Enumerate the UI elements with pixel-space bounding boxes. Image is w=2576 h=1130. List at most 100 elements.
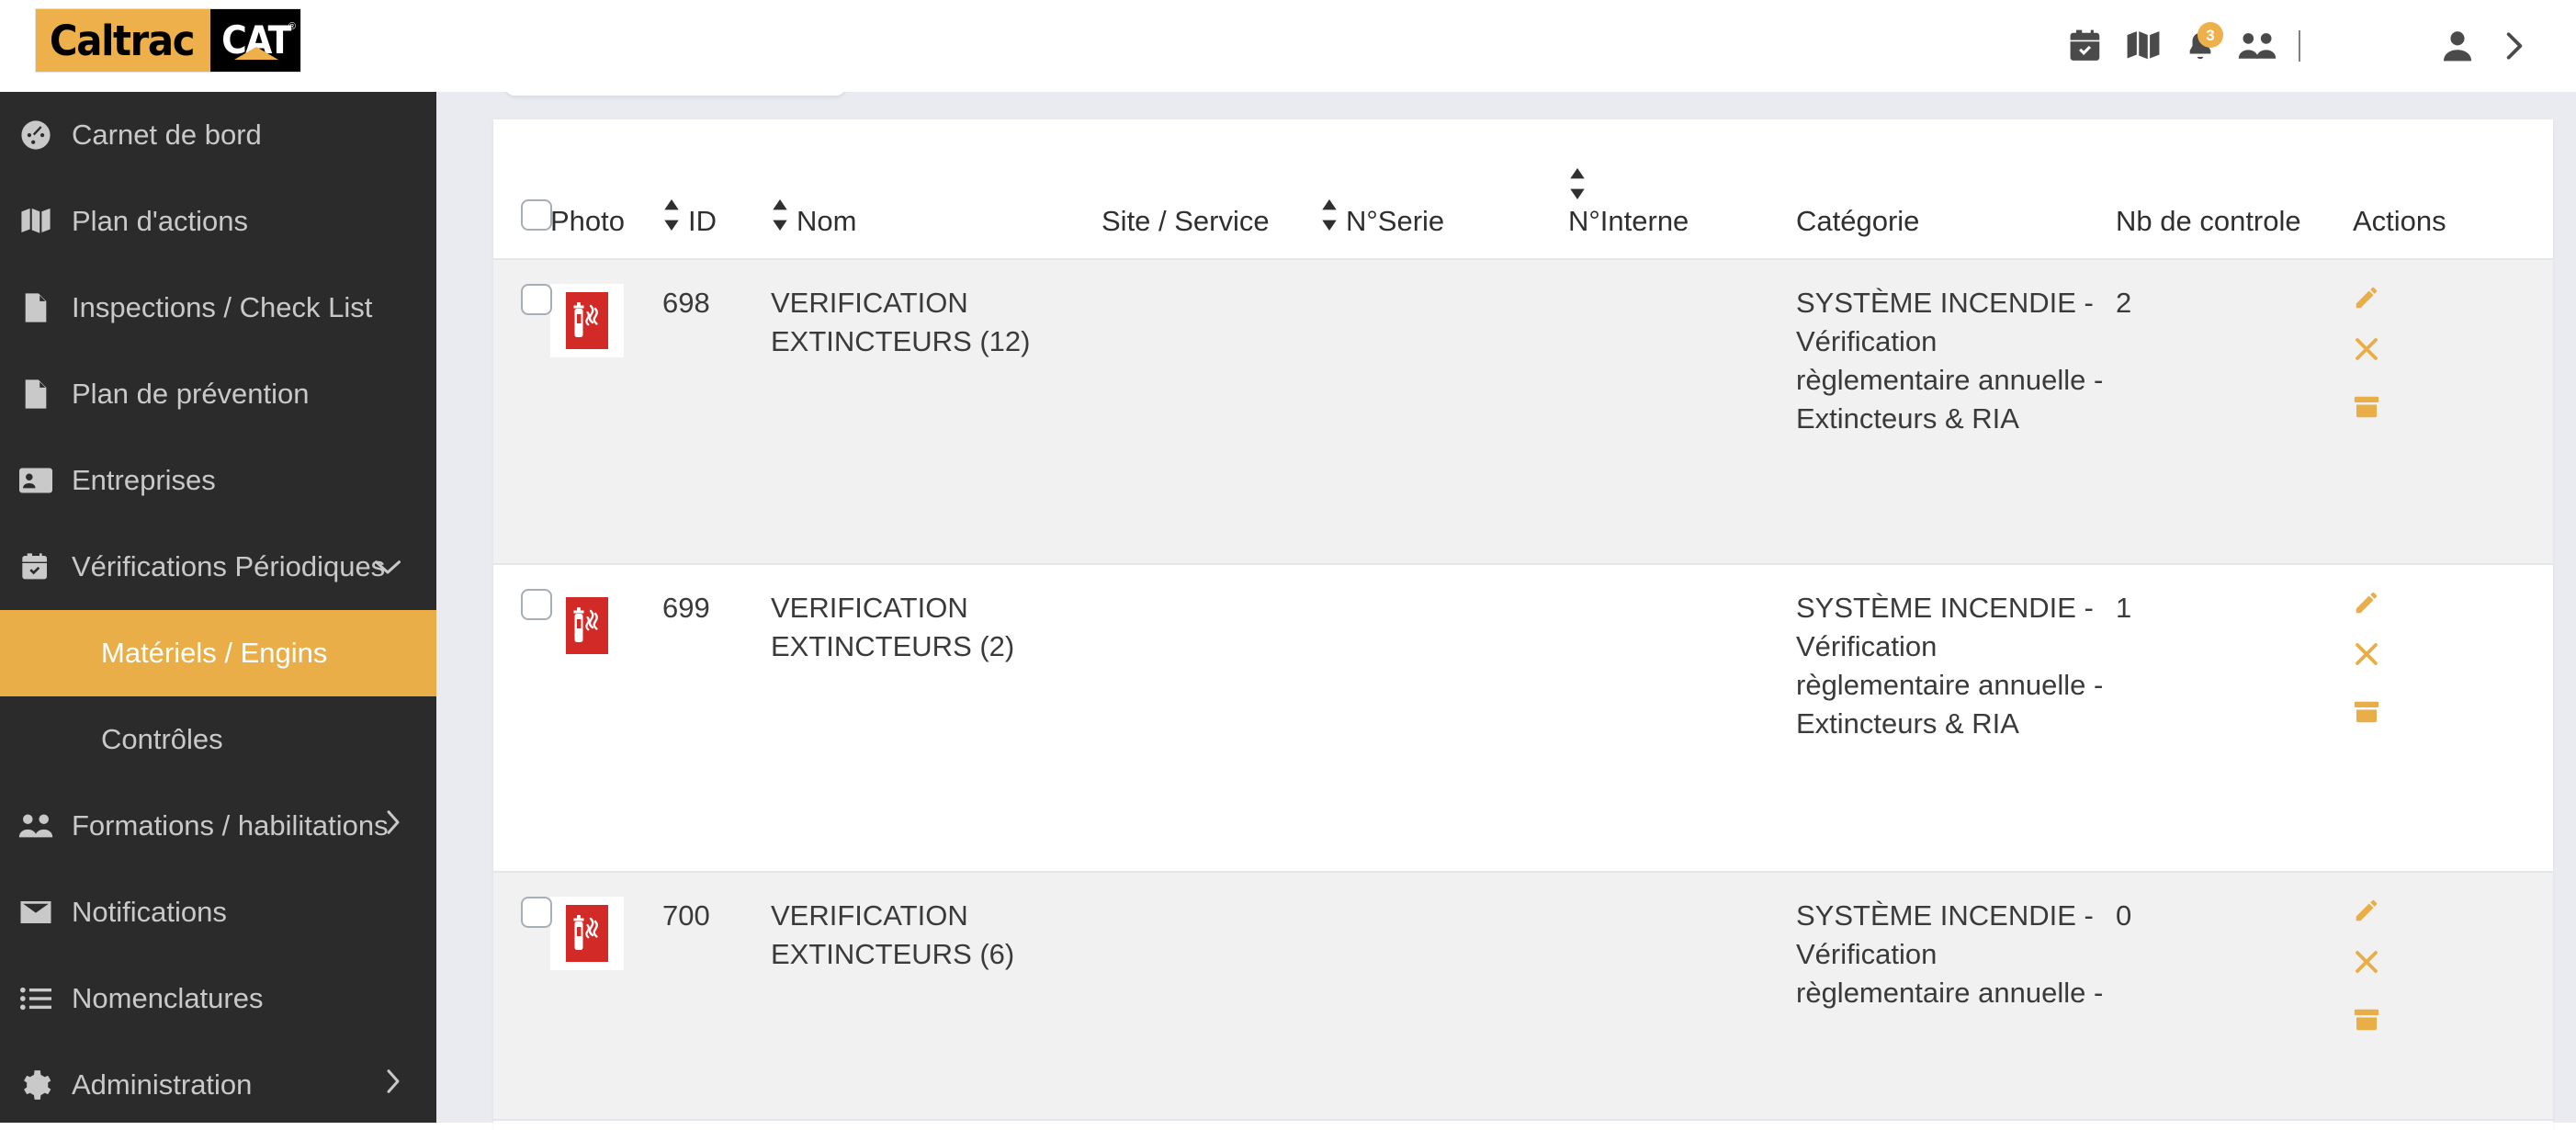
- table-row[interactable]: 698 VERIFICATION EXTINCTEURS (12) SYSTÈM…: [493, 259, 2553, 564]
- sidebar-item-materiels-engins[interactable]: Matériels / Engins: [0, 610, 436, 696]
- th-categorie-label: Catégorie: [1796, 205, 1919, 238]
- sidebar-item-plan-d-actions[interactable]: Plan d'actions: [0, 178, 436, 265]
- sort-icon[interactable]: [1568, 168, 1588, 199]
- materiels-table: Photo ID Nom: [493, 119, 2553, 1121]
- row-categorie-cell: SYSTÈME INCENDIE - Vérification règlemen…: [1796, 564, 2116, 872]
- user-avatar-icon[interactable]: [2429, 17, 2486, 74]
- bell-icon[interactable]: 3: [2172, 17, 2229, 74]
- row-select-cell[interactable]: [493, 259, 550, 564]
- row-n-interne-cell: [1568, 564, 1796, 872]
- sidebar-item-controles[interactable]: Contrôles: [0, 696, 436, 783]
- th-select-all[interactable]: [493, 119, 550, 259]
- chevron-down-icon[interactable]: [374, 550, 401, 583]
- row-n-serie-cell: [1320, 872, 1568, 1120]
- document-signature-icon: [0, 379, 72, 410]
- map-icon: [0, 206, 72, 237]
- sidebar-subitem-label: Contrôles: [101, 723, 223, 756]
- sidebar-item-plan-de-prevention[interactable]: Plan de prévention: [0, 351, 436, 437]
- edit-pencil-icon[interactable]: [2353, 897, 2553, 924]
- th-id[interactable]: ID: [662, 119, 771, 259]
- sort-icon[interactable]: [662, 199, 683, 231]
- row-checkbox[interactable]: [521, 284, 552, 315]
- row-nb-controle-cell: 2: [2116, 259, 2353, 564]
- row-photo-cell: [550, 564, 662, 872]
- chevron-right-icon[interactable]: [2486, 17, 2543, 74]
- chevron-right-icon[interactable]: [385, 1068, 401, 1102]
- edit-pencil-icon[interactable]: [2353, 284, 2553, 311]
- close-x-icon[interactable]: [2353, 335, 2553, 366]
- sidebar-item-label: Notifications: [72, 896, 227, 929]
- row-select-cell[interactable]: [493, 872, 550, 1120]
- fire-extinguisher-sign-icon: [550, 897, 624, 970]
- sidebar-item-administration[interactable]: Administration: [0, 1042, 436, 1123]
- th-n-serie[interactable]: N°Serie: [1320, 119, 1568, 259]
- sort-icon[interactable]: [771, 199, 791, 231]
- users-icon: [0, 811, 72, 841]
- row-categorie-cell: SYSTÈME INCENDIE - Vérification règlemen…: [1796, 259, 2116, 564]
- sidebar-item-formations-habilitations[interactable]: Formations / habilitations: [0, 783, 436, 869]
- sidebar-item-entreprises[interactable]: Entreprises: [0, 437, 436, 524]
- calendar-check-icon[interactable]: [2058, 17, 2115, 74]
- row-site-service-cell: [1102, 259, 1320, 564]
- sidebar-item-label: Plan d'actions: [72, 205, 248, 238]
- row-n-interne-cell: [1568, 259, 1796, 564]
- row-n-interne-cell: [1568, 872, 1796, 1120]
- chevron-right-icon[interactable]: [385, 808, 401, 843]
- archive-icon[interactable]: [2353, 393, 2553, 421]
- logo-registered-mark: ®: [288, 21, 296, 32]
- close-x-icon[interactable]: [2353, 948, 2553, 978]
- th-nom[interactable]: Nom: [771, 119, 1102, 259]
- sidebar-item-notifications[interactable]: Notifications: [0, 869, 436, 955]
- fire-extinguisher-sign-icon: [550, 284, 624, 357]
- map-icon[interactable]: [2115, 17, 2172, 74]
- th-n-interne[interactable]: N°Interne: [1568, 119, 1796, 259]
- th-site-service-label: Site / Service: [1102, 205, 1270, 238]
- sidebar-item-label: Formations / habilitations: [72, 809, 389, 842]
- document-icon: [0, 292, 72, 323]
- sidebar-item-inspections-check-list[interactable]: Inspections / Check List: [0, 265, 436, 351]
- list-icon: [0, 986, 72, 1011]
- table-row[interactable]: 700 VERIFICATION EXTINCTEURS (6) SYSTÈME…: [493, 872, 2553, 1120]
- row-nb-controle-cell: 1: [2116, 564, 2353, 872]
- sort-icon[interactable]: [1320, 199, 1340, 231]
- select-all-checkbox[interactable]: [521, 199, 552, 231]
- calendar-check-icon: [0, 551, 72, 582]
- th-categorie: Catégorie: [1796, 119, 2116, 259]
- row-checkbox[interactable]: [521, 897, 552, 928]
- sidebar-item-label: Inspections / Check List: [72, 291, 372, 324]
- archive-icon[interactable]: [2353, 698, 2553, 726]
- row-checkbox[interactable]: [521, 589, 552, 620]
- sidebar-item-carnet-de-bord[interactable]: Carnet de bord: [0, 92, 436, 178]
- logo-cat-mark: CAT ®: [210, 9, 300, 72]
- toolbar-divider: [2299, 30, 2300, 62]
- sidebar-item-label: Vérifications Périodiques: [72, 550, 385, 583]
- table-header: Photo ID Nom: [493, 119, 2553, 259]
- row-id-cell: 698: [662, 259, 771, 564]
- row-categorie-cell: SYSTÈME INCENDIE - Vérification règlemen…: [1796, 872, 2116, 1120]
- notification-badge: 3: [2198, 22, 2223, 48]
- table-header-row: Photo ID Nom: [493, 119, 2553, 259]
- row-n-serie-cell: [1320, 259, 1568, 564]
- th-actions-label: Actions: [2353, 205, 2446, 238]
- sidebar-item-verifications-periodiques[interactable]: Vérifications Périodiques: [0, 524, 436, 610]
- sidebar-item-nomenclatures[interactable]: Nomenclatures: [0, 955, 436, 1042]
- archive-icon[interactable]: [2353, 1006, 2553, 1034]
- dashboard-icon: [0, 119, 72, 151]
- table-body: 698 VERIFICATION EXTINCTEURS (12) SYSTÈM…: [493, 259, 2553, 1120]
- users-icon[interactable]: [2229, 17, 2286, 74]
- logo-cat-wedge-icon: [234, 47, 278, 60]
- row-select-cell[interactable]: [493, 564, 550, 872]
- sidebar-item-label: Administration: [72, 1068, 252, 1102]
- th-site-service: Site / Service: [1102, 119, 1320, 259]
- sidebar-subitem-label: Matériels / Engins: [101, 637, 327, 670]
- app-logo[interactable]: Caltrac CAT ®: [35, 8, 301, 73]
- th-n-interne-label: N°Interne: [1568, 205, 1689, 238]
- table-row[interactable]: 699 VERIFICATION EXTINCTEURS (2) SYSTÈME…: [493, 564, 2553, 872]
- sidebar-item-label: Carnet de bord: [72, 119, 262, 152]
- gear-icon: [0, 1069, 72, 1101]
- row-actions-cell: [2353, 872, 2553, 1120]
- th-nb-de-controle-label: Nb de controle: [2116, 205, 2301, 238]
- close-x-icon[interactable]: [2353, 640, 2553, 671]
- edit-pencil-icon[interactable]: [2353, 589, 2553, 616]
- sidebar-item-label: Plan de prévention: [72, 378, 310, 411]
